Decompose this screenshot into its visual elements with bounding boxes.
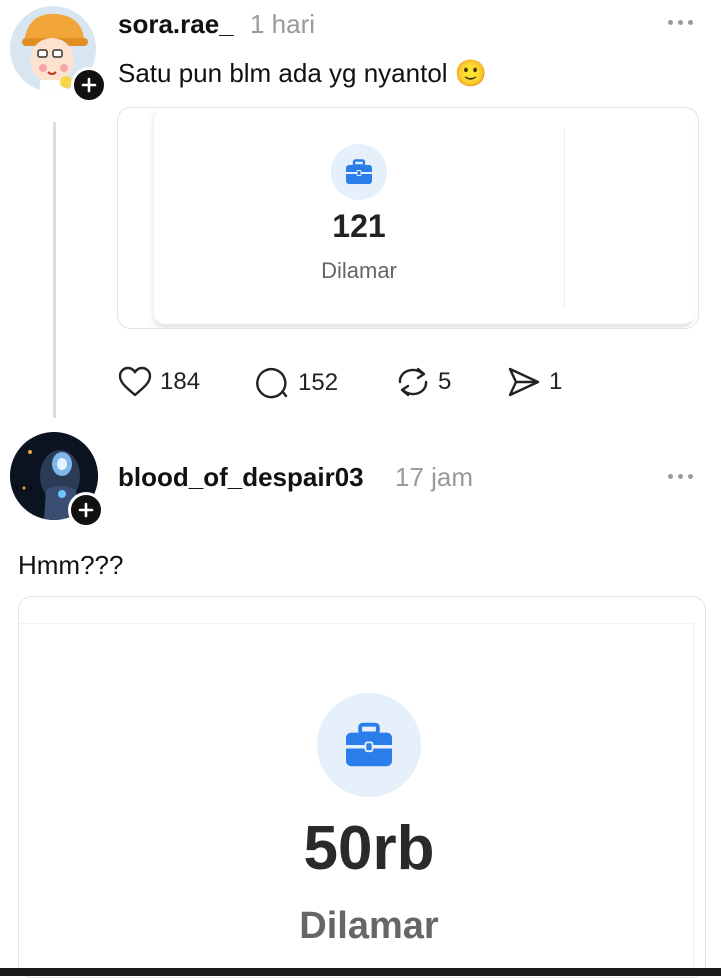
repost-button[interactable]: 5 <box>396 366 451 398</box>
more-icon[interactable] <box>668 474 693 479</box>
applicant-count: 50rb <box>303 814 435 883</box>
comment-icon <box>256 367 288 399</box>
briefcase-icon-circle <box>331 144 387 200</box>
username[interactable]: blood_of_despair03 <box>118 462 364 493</box>
follow-button[interactable] <box>71 67 107 103</box>
username[interactable]: sora.rae_ <box>118 9 234 40</box>
post-time: 17 jam <box>395 462 474 492</box>
thread-line <box>53 122 56 418</box>
briefcase-icon-circle <box>317 693 421 797</box>
heart-icon <box>118 366 152 397</box>
applicant-count: 121 <box>332 208 386 244</box>
share-icon <box>508 367 540 397</box>
comment-button[interactable]: 152 <box>256 366 338 400</box>
share-count: 1 <box>549 368 563 395</box>
post-time: 1 hari <box>250 9 316 39</box>
plus-icon <box>78 502 94 518</box>
bottom-edge <box>0 968 721 976</box>
applicant-label: Dilamar <box>299 905 439 947</box>
comment-count: 152 <box>298 369 339 396</box>
panel-divider <box>564 128 565 308</box>
post-text: Hmm??? <box>18 550 124 580</box>
applicant-label: Dilamar <box>321 258 397 283</box>
post-text: Satu pun blm ada yg nyantol 🙂 <box>118 58 488 88</box>
follow-button[interactable] <box>68 492 104 528</box>
attached-image-card[interactable]: 121 Dilamar <box>117 107 699 329</box>
repost-count: 5 <box>438 368 452 395</box>
like-button[interactable]: 184 <box>118 366 200 398</box>
plus-icon <box>81 77 97 93</box>
like-count: 184 <box>160 368 201 395</box>
attached-image-card[interactable]: 50rb Dilamar <box>18 596 706 978</box>
repost-icon <box>398 367 428 397</box>
briefcase-icon <box>346 159 372 184</box>
share-button[interactable]: 1 <box>507 366 562 398</box>
more-icon[interactable] <box>668 20 693 25</box>
briefcase-icon <box>346 722 392 767</box>
